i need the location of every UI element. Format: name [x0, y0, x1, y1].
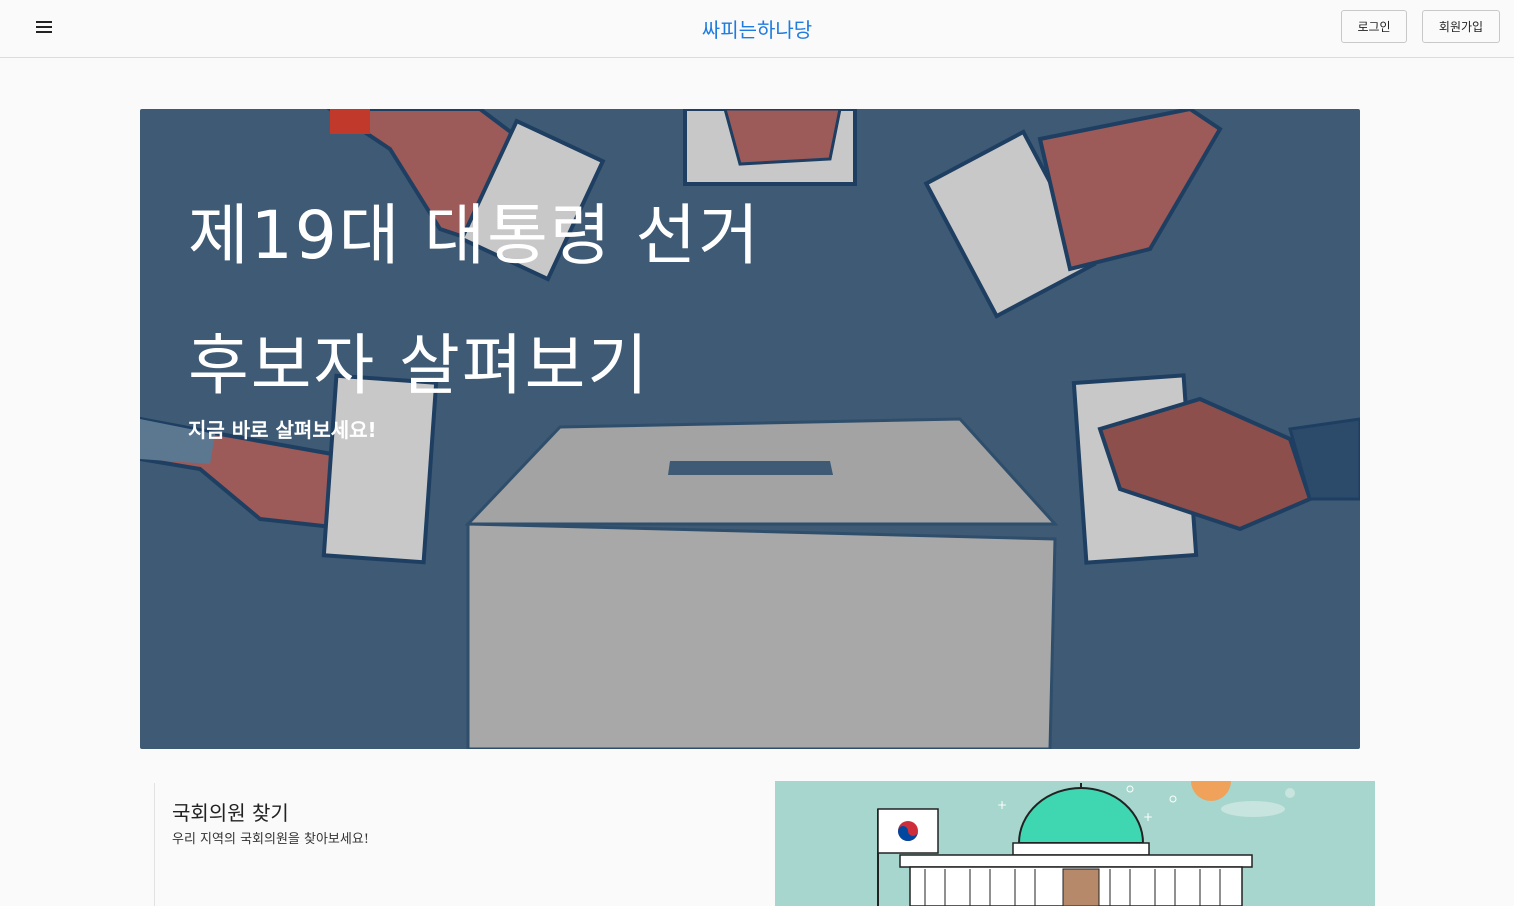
brand-link[interactable]: 싸피는하나당 — [702, 18, 812, 42]
card-subtitle: 우리 지역의 국회의원을 찾아보세요! — [172, 832, 370, 847]
hero-title-line1: 제19대 대통령 선거 — [188, 197, 761, 274]
hero-title: 제19대 대통령 선거 후보자 살펴보기 — [188, 171, 761, 431]
svg-text:+: + — [997, 798, 1007, 812]
top-navbar: 싸피는하나당 로그인 회원가입 — [0, 0, 1514, 58]
find-assembly-member-card[interactable]: 국회의원 찾기 우리 지역의 국회의원을 찾아보세요! — [154, 783, 755, 906]
svg-text:+: + — [1143, 810, 1153, 824]
hero-subtitle: 지금 바로 살펴보세요! — [188, 418, 377, 442]
national-assembly-icon: + + — [877, 781, 1295, 906]
hero-banner[interactable]: 제19대 대통령 선거 후보자 살펴보기 지금 바로 살펴보세요! — [140, 109, 1360, 749]
login-button[interactable]: 로그인 — [1341, 10, 1407, 43]
card-title: 국회의원 찾기 — [172, 801, 289, 825]
site-logo[interactable]: 싸피는하나당 — [0, 14, 1514, 43]
signup-button[interactable]: 회원가입 — [1422, 10, 1500, 43]
hero-title-line2: 후보자 살펴보기 — [188, 327, 651, 404]
assembly-building-illustration[interactable]: + + — [775, 781, 1375, 906]
